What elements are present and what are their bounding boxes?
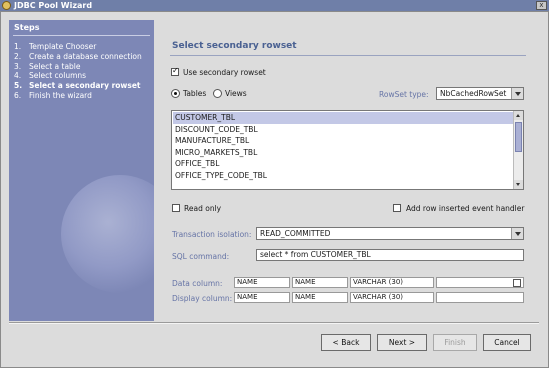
add-row-handler-checkbox[interactable] xyxy=(393,204,401,212)
sql-command-field[interactable]: select * from CUSTOMER_TBL xyxy=(256,249,524,261)
steps-list: 1. Template Chooser 2. Create a database c… xyxy=(14,42,154,101)
step-item: 6. Finish the wizard xyxy=(14,91,154,101)
step-label: Template Chooser xyxy=(29,42,97,51)
step-number: 3. xyxy=(14,61,22,71)
step-label: Select a secondary rowset xyxy=(29,81,141,91)
display-column-name-2[interactable]: NAME xyxy=(292,292,348,303)
read-only-label: Read only xyxy=(184,204,222,213)
step-label: Select columns xyxy=(29,71,87,81)
step-item: 1. Template Chooser xyxy=(14,42,154,52)
step-label: Create a database connection xyxy=(29,51,142,61)
add-row-handler-label: Add row inserted event handler xyxy=(406,204,525,213)
data-column-checkbox[interactable] xyxy=(513,279,521,287)
views-radio-label: Views xyxy=(225,89,247,98)
close-window-button[interactable]: x xyxy=(536,1,547,10)
steps-heading: Steps xyxy=(14,23,40,32)
panel-divider xyxy=(170,55,526,56)
data-column-extra[interactable] xyxy=(436,277,524,288)
step-label: Select a table xyxy=(29,61,81,71)
step-label: Finish the wizard xyxy=(29,90,92,100)
step-item: 4. Select columns xyxy=(14,71,154,81)
chevron-down-icon[interactable] xyxy=(511,228,523,239)
views-radio[interactable] xyxy=(213,89,222,98)
window-title: JDBC Pool Wizard xyxy=(14,1,93,10)
rowset-type-dropdown[interactable]: NbCachedRowSet xyxy=(436,87,524,100)
display-column-name[interactable]: NAME xyxy=(234,292,290,303)
chevron-down-icon[interactable] xyxy=(511,88,523,99)
back-button[interactable]: < Back xyxy=(321,334,371,351)
decorative-orb xyxy=(61,175,154,293)
step-number: 2. xyxy=(14,51,22,61)
tables-listbox[interactable]: CUSTOMER_TBL DISCOUNT_CODE_TBL MANUFACTU… xyxy=(171,110,524,190)
step-number: 6. xyxy=(14,90,22,100)
transaction-isolation-label: Transaction isolation: xyxy=(172,230,252,239)
scroll-up-icon[interactable] xyxy=(514,111,523,120)
use-secondary-rowset-label: Use secondary rowset xyxy=(183,68,266,77)
step-number: 4. xyxy=(14,71,22,81)
steps-panel: Steps 1. Template Chooser 2. Create a data… xyxy=(9,20,154,321)
list-item[interactable]: OFFICE_TYPE_CODE_TBL xyxy=(173,170,513,182)
next-button[interactable]: Next > xyxy=(377,334,427,351)
list-item[interactable]: DISCOUNT_CODE_TBL xyxy=(173,124,513,136)
read-only-checkbox[interactable] xyxy=(172,204,180,212)
data-column-label: Data column: xyxy=(172,279,223,288)
cancel-button[interactable]: Cancel xyxy=(483,334,531,351)
steps-divider xyxy=(13,35,150,36)
step-number: 5. xyxy=(14,81,23,91)
step-item: 2. Create a database connection xyxy=(14,52,154,62)
panel-title: Select secondary rowset xyxy=(172,41,297,51)
scroll-down-icon[interactable] xyxy=(514,180,523,189)
title-bar: JDBC Pool Wizard x xyxy=(0,0,549,11)
transaction-isolation-dropdown[interactable]: READ_COMMITTED xyxy=(256,227,524,240)
tables-radio-label: Tables xyxy=(183,89,207,98)
use-secondary-rowset-checkbox[interactable] xyxy=(171,66,179,76)
sql-command-label: SQL command: xyxy=(172,252,230,261)
list-item-selected[interactable]: CUSTOMER_TBL xyxy=(173,112,513,124)
transaction-isolation-value: READ_COMMITTED xyxy=(260,229,331,238)
data-column-name-2[interactable]: NAME xyxy=(292,277,348,288)
scroll-thumb[interactable] xyxy=(515,122,522,152)
finish-button[interactable]: Finish xyxy=(433,334,477,351)
rowset-type-label: RowSet type: xyxy=(379,90,429,99)
rowset-type-value: NbCachedRowSet xyxy=(440,89,507,98)
display-column-extra[interactable] xyxy=(436,292,524,303)
content-panel: Select secondary rowset Use secondary ro… xyxy=(155,20,535,321)
display-column-label: Display column: xyxy=(172,294,233,303)
list-item[interactable]: OFFICE_TBL xyxy=(173,158,513,170)
step-item-current: 5. Select a secondary rowset xyxy=(14,81,154,91)
app-icon xyxy=(2,1,11,10)
step-number: 1. xyxy=(14,42,22,51)
list-scrollbar[interactable] xyxy=(513,111,523,189)
data-column-name[interactable]: NAME xyxy=(234,277,290,288)
step-item: 3. Select a table xyxy=(14,62,154,72)
footer-divider-highlight xyxy=(9,323,539,324)
data-column-type[interactable]: VARCHAR (30) xyxy=(350,277,434,288)
list-item[interactable]: MICRO_MARKETS_TBL xyxy=(173,147,513,159)
sql-command-value: select * from CUSTOMER_TBL xyxy=(260,250,371,259)
list-item[interactable]: MANUFACTURE_TBL xyxy=(173,135,513,147)
tables-radio[interactable] xyxy=(171,89,180,98)
display-column-type[interactable]: VARCHAR (30) xyxy=(350,292,434,303)
